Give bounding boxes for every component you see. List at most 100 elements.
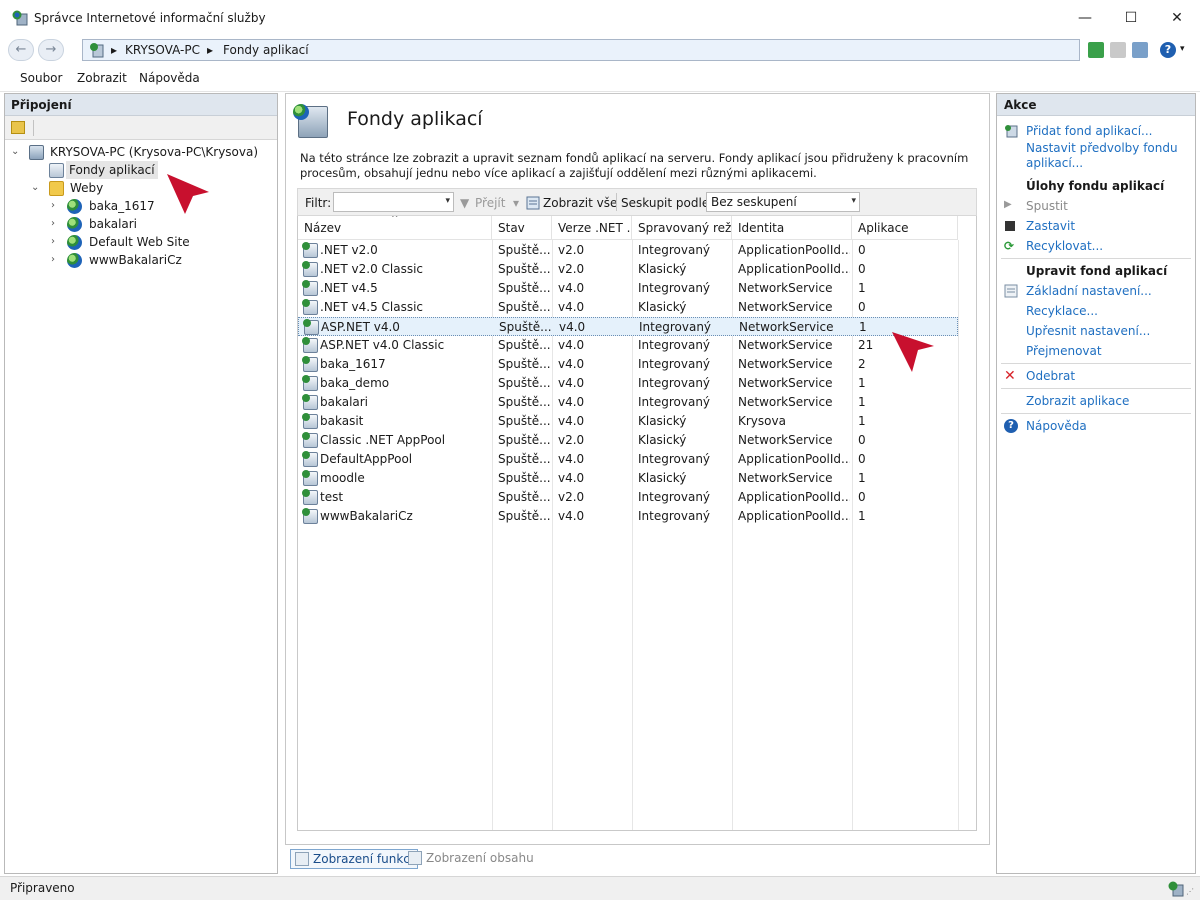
table-row[interactable]: bakalari Spuště... v4.0 Integrovaný NetworkS… [298, 393, 958, 412]
table-row[interactable]: test Spuště... v2.0 Integrovaný ApplicationP… [298, 488, 958, 507]
cell-applications: 1 [858, 395, 866, 409]
set-pool-defaults-link[interactable]: Nastavit předvolby fondu aplikací... [1026, 141, 1191, 171]
go-dropdown-icon[interactable]: ▾ [513, 196, 519, 210]
table-row[interactable]: .NET v2.0 Classic Spuště... v2.0 Klasický Ap… [298, 260, 958, 279]
table-row[interactable]: .NET v2.0 Spuště... v2.0 Integrovaný Applica… [298, 241, 958, 260]
recycle-link[interactable]: Recyklovat... [1026, 239, 1103, 254]
cell-pipeline-mode: Integrovaný [638, 338, 711, 352]
group-by-select[interactable]: Bez seskupení ▾ [706, 192, 860, 212]
view-applications-link[interactable]: Zobrazit aplikace [1026, 394, 1129, 409]
dropdown-arrow-icon[interactable]: ▾ [851, 196, 856, 206]
cell-status: Spuště... [498, 338, 550, 352]
table-row[interactable]: baka_demo Spuště... v4.0 Integrovaný Network… [298, 374, 958, 393]
table-row[interactable]: ASP.NET v4.0 Classic Spuště... v4.0 Integro… [298, 336, 958, 355]
maximize-button[interactable]: ☐ [1108, 0, 1154, 36]
column-header-status[interactable]: Stav [492, 216, 552, 240]
table-row[interactable]: moodle Spuště... v4.0 Klasický NetworkServic… [298, 469, 958, 488]
cell-identity: NetworkService [738, 433, 833, 447]
tree-node-label: Weby [70, 181, 104, 195]
minimize-button[interactable]: — [1062, 0, 1108, 36]
connections-toolbar [5, 116, 277, 140]
advanced-settings-link[interactable]: Upřesnit nastavení... [1026, 324, 1150, 339]
window-title: Správce Internetové informační služby [34, 11, 266, 25]
cell-applications: 0 [858, 262, 866, 276]
cell-name: baka_demo [320, 376, 390, 390]
app-pool-icon [302, 470, 318, 486]
remove-link[interactable]: Odebrat [1026, 369, 1075, 384]
globe-icon [67, 235, 82, 250]
expand-chevron-icon[interactable]: › [51, 233, 63, 251]
cell-name: .NET v4.5 Classic [320, 300, 424, 314]
help-icon[interactable]: ? [1160, 42, 1176, 58]
home-icon[interactable] [1132, 42, 1148, 58]
app-pool-icon [302, 242, 318, 258]
connect-icon[interactable] [11, 121, 25, 134]
table-row[interactable]: bakasit Spuště... v4.0 Klasický Krysova 1 [298, 412, 958, 431]
breadcrumb-separator-icon: ▸ [111, 43, 118, 57]
breadcrumb-app-pools[interactable]: Fondy aplikací [223, 43, 309, 57]
cell-name: wwwBakalariCz [320, 509, 413, 523]
table-row[interactable]: baka_1617 Spuště... v4.0 Integrovaný Network… [298, 355, 958, 374]
collapse-chevron-icon[interactable]: ⌄ [11, 143, 23, 161]
recycling-link[interactable]: Recyklace... [1026, 304, 1098, 319]
stop-icon[interactable] [1110, 42, 1126, 58]
cell-identity: ApplicationPoolId... [738, 509, 850, 523]
filter-input[interactable]: ▾ [333, 192, 454, 212]
actions-header: Akce [997, 94, 1195, 116]
basic-settings-link[interactable]: Základní nastavení... [1026, 284, 1152, 299]
edit-pool-heading: Upravit fond aplikací [1026, 264, 1168, 278]
cell-net-version: v4.0 [558, 338, 585, 352]
forward-arrow-icon[interactable]: → [38, 39, 64, 61]
refresh-icon[interactable] [1088, 42, 1104, 58]
dropdown-arrow-icon[interactable]: ▾ [445, 196, 450, 206]
iis-app-icon [12, 10, 28, 26]
app-pool-icon [302, 299, 318, 315]
cell-pipeline-mode: Integrovaný [638, 376, 711, 390]
start-link[interactable]: Spustit [1026, 199, 1068, 214]
column-header-identity[interactable]: Identita [732, 216, 852, 240]
globe-icon [67, 217, 82, 232]
menu-file[interactable]: Soubor [20, 71, 62, 85]
table-row[interactable]: DefaultAppPool Spuště... v4.0 Integrovaný Ap… [298, 450, 958, 469]
table-row[interactable]: .NET v4.5 Spuště... v4.0 Integrovaný Network… [298, 279, 958, 298]
tab-features-view[interactable]: Zobrazení funkcí [290, 849, 419, 869]
cell-net-version: v4.0 [558, 414, 585, 428]
pool-tasks-heading: Úlohy fondu aplikací [1026, 179, 1165, 193]
show-all-button[interactable]: Zobrazit vše [543, 196, 617, 210]
go-button[interactable]: Přejít [475, 196, 505, 210]
menu-help[interactable]: Nápověda [139, 71, 200, 85]
column-header-net-version[interactable]: Verze .NET ... [552, 216, 632, 240]
expand-chevron-icon[interactable]: › [51, 197, 63, 215]
column-header-applications[interactable]: Aplikace [852, 216, 958, 240]
back-arrow-icon[interactable]: ← [8, 39, 34, 61]
table-row[interactable]: Classic .NET AppPool Spuště... v2.0 Klasick… [298, 431, 958, 450]
add-pool-link[interactable]: Přidat fond aplikací... [1026, 124, 1153, 139]
breadcrumb[interactable]: ▸ KRYSOVA-PC ▸ Fondy aplikací [82, 39, 1080, 61]
cell-applications: 0 [858, 452, 866, 466]
menu-view[interactable]: Zobrazit [77, 71, 127, 85]
stop-link[interactable]: Zastavit [1026, 219, 1075, 234]
help-dropdown-icon[interactable]: ▾ [1180, 44, 1185, 54]
actions-divider [1001, 258, 1191, 259]
table-row[interactable]: ASP.NET v4.0 Spuště... v4.0 Integrovaný Netw… [298, 317, 958, 336]
tree-node-label: KRYSOVA-PC (Krysova-PC\Krysova) [50, 145, 259, 159]
collapse-chevron-icon[interactable]: ⌄ [31, 179, 43, 197]
table-row[interactable]: .NET v4.5 Classic Spuště... v4.0 Klasický Ne… [298, 298, 958, 317]
cell-pipeline-mode: Klasický [638, 414, 687, 428]
cell-identity: NetworkService [738, 357, 833, 371]
expand-chevron-icon[interactable]: › [51, 251, 63, 269]
address-bar: ← → ▸ KRYSOVA-PC ▸ Fondy aplikací ? ▾ [0, 36, 1200, 64]
cell-status: Spuště... [498, 281, 550, 295]
table-row[interactable]: wwwBakalariCz Spuště... v4.0 Integrovaný App… [298, 507, 958, 526]
expand-chevron-icon[interactable]: › [51, 215, 63, 233]
help-link[interactable]: Nápověda [1026, 419, 1087, 434]
resize-grip-icon[interactable]: ⋰ [1186, 887, 1194, 896]
cell-name: ASP.NET v4.0 [321, 320, 400, 334]
tab-content-view[interactable]: Zobrazení obsahu [404, 849, 538, 869]
app-pool-icon [302, 337, 318, 353]
close-button[interactable]: ✕ [1154, 0, 1200, 36]
column-header-pipeline-mode[interactable]: Spravovaný rež... [632, 216, 732, 240]
breadcrumb-server[interactable]: KRYSOVA-PC [125, 43, 200, 57]
rename-link[interactable]: Přejmenovat [1026, 344, 1102, 359]
annotation-arrow-icon [167, 174, 209, 214]
